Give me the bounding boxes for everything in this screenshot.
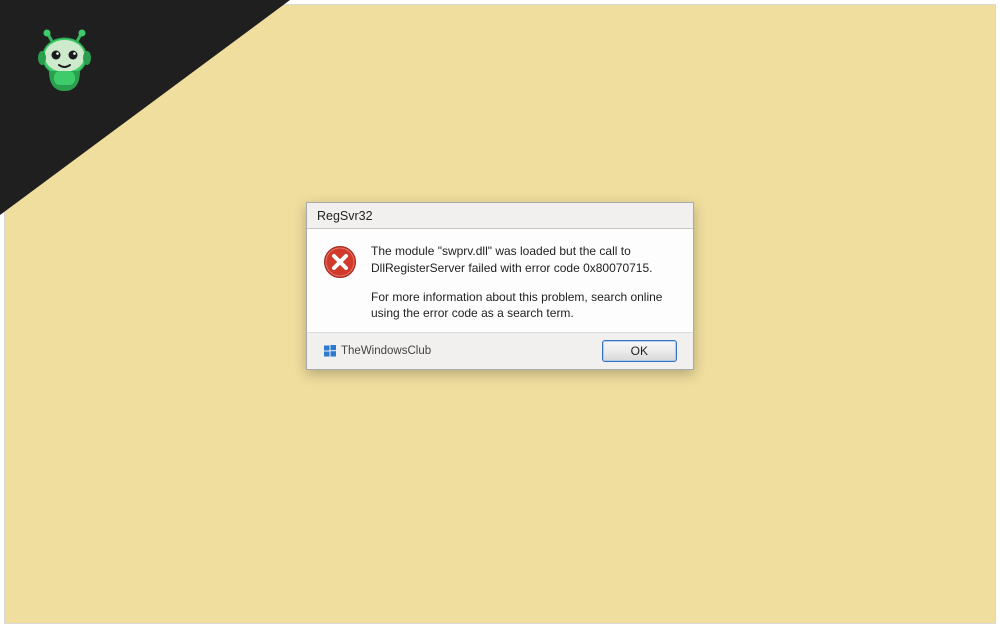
dialog-content: The module "swprv.dll" was loaded but th… bbox=[307, 229, 693, 332]
dialog-message-line2: For more information about this problem,… bbox=[371, 289, 677, 323]
robot-mascot-icon bbox=[32, 25, 97, 95]
brand-label: TheWindowsClub bbox=[341, 345, 431, 357]
error-x-icon bbox=[323, 245, 357, 279]
regsvr32-dialog: RegSvr32 The module "swprv.dll" was load… bbox=[306, 202, 694, 370]
dialog-message: The module "swprv.dll" was loaded but th… bbox=[371, 243, 677, 322]
ok-button[interactable]: OK bbox=[602, 340, 677, 362]
dialog-footer: TheWindowsClub OK bbox=[307, 332, 693, 369]
dialog-message-line1: The module "swprv.dll" was loaded but th… bbox=[371, 243, 677, 277]
dialog-title-bar: RegSvr32 bbox=[307, 203, 693, 229]
dialog-title: RegSvr32 bbox=[317, 209, 373, 223]
footer-brand: TheWindowsClub bbox=[323, 344, 431, 358]
windows-flag-icon bbox=[323, 344, 337, 358]
